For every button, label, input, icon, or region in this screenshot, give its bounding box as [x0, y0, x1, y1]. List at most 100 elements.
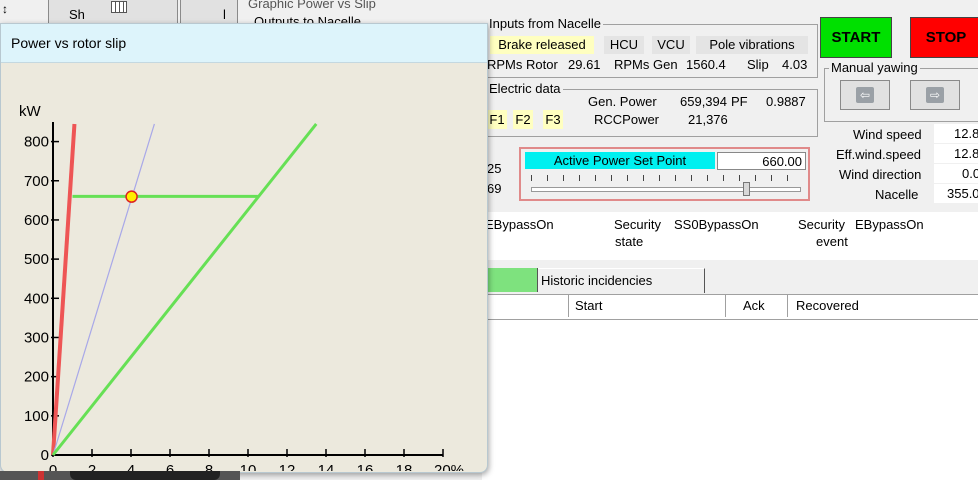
nacelle-value: 355.0 [934, 184, 978, 203]
rpms-gen-value: 1560.4 [686, 57, 726, 72]
vcu-status: VCU [652, 36, 690, 54]
yaw-right-button[interactable]: ⇨ [910, 80, 960, 110]
security-event-label-2: event [816, 234, 848, 249]
pole-vibrations-status: Pole vibrations [696, 36, 808, 54]
partial-value-1: 25 [487, 161, 502, 176]
incidents-table: Start Ack Recovered [482, 294, 978, 480]
x-tick-label: 16 [357, 462, 374, 471]
security-event-value: EBypassOn [855, 217, 924, 232]
underlying-dark-bar [70, 471, 220, 480]
column-header-blank [482, 295, 569, 317]
x-tick-label: 4 [127, 462, 135, 471]
f1-indicator: F1 [487, 110, 507, 129]
grid-icon [111, 1, 127, 13]
arrow-left-icon: ⇦ [856, 87, 874, 103]
series-line [51, 123, 318, 456]
start-button[interactable]: START [820, 17, 892, 58]
stop-button-label: STOP [911, 18, 978, 57]
active-power-panel: Active Power Set Point 660.00 [519, 147, 810, 201]
background-toolbar: Sh l ↕ [0, 0, 250, 24]
group-title: Inputs from Nacelle [487, 16, 603, 31]
slider-thumb[interactable] [743, 182, 750, 196]
table-header: Start Ack Recovered [482, 294, 978, 320]
x-tick-label: 20% [434, 462, 464, 471]
tab-historic-incidencies[interactable]: Historic incidencies [538, 268, 705, 293]
y-tick-label: 400 [24, 290, 49, 307]
slip-value: 4.03 [782, 57, 808, 72]
rcc-power-value: 21,376 [688, 112, 728, 127]
gen-power-label: Gen. Power [588, 94, 657, 109]
security-state-label-1: Security [614, 217, 661, 232]
x-tick-label: 10 [240, 462, 257, 471]
column-header-start[interactable]: Start [569, 295, 726, 317]
y-tick-label: 300 [24, 329, 49, 346]
rpms-gen-label: RPMs Gen [614, 57, 678, 72]
x-tick-label: 0 [49, 462, 57, 471]
slider-track [531, 187, 801, 192]
security-state-label-2: state [615, 234, 644, 249]
toolbar-edge-glyph: ↕ [2, 2, 8, 16]
y-tick-label: 800 [24, 134, 49, 151]
eff-wind-speed-value: 12.8 [934, 144, 978, 163]
toolbar-button-label: Sh [69, 7, 85, 22]
column-header-recovered[interactable]: Recovered [788, 295, 978, 317]
x-tick-label: 2 [88, 462, 96, 471]
toolbar-button-label: l [223, 7, 226, 22]
wind-speed-label: Wind speed [853, 127, 922, 142]
y-tick-label: 700 [24, 173, 49, 190]
security-event-label-1: Security [798, 217, 845, 232]
active-power-slider[interactable] [531, 175, 801, 196]
y-tick-label: 500 [24, 251, 49, 268]
power-vs-slip-chart: 0 100 200 300 400 500 600 700 800 0 2 4 6 8 10 12 14 16 18… [19, 103, 464, 471]
toolbar-button-right[interactable]: l [180, 0, 238, 24]
tab-label: Historic incidencies [541, 273, 653, 288]
f2-indicator: F2 [513, 110, 533, 129]
rcc-power-label: RCCPower [594, 112, 660, 127]
y-tick-label: 100 [24, 408, 49, 425]
wind-direction-value: 0.0 [934, 164, 978, 183]
x-tick-label: 8 [205, 462, 213, 471]
toolbar-button-show[interactable]: Sh [48, 0, 178, 24]
stop-button[interactable]: STOP [910, 17, 978, 58]
x-tick-label: 18 [396, 462, 413, 471]
slip-label: Slip [747, 57, 769, 72]
pf-label: PF [731, 94, 748, 109]
rpms-rotor-label: RPMs Rotor [487, 57, 558, 72]
nacelle-label: Nacelle [875, 187, 919, 202]
y-tick-label: 200 [24, 369, 49, 386]
partial-value-2: 69 [487, 181, 502, 196]
start-button-label: START [821, 18, 891, 57]
wind-panel: Wind speed 12.8 Eff.wind.speed 12.8 Wind… [820, 124, 978, 206]
x-tick-label: 14 [318, 462, 335, 471]
wind-speed-value: 12.8 [934, 124, 978, 143]
power-vs-slip-window: Power vs rotor slip 0 100 200 300 400 500 600 7… [0, 23, 488, 473]
window-title[interactable]: Power vs rotor slip [1, 24, 487, 63]
active-power-input[interactable]: 660.00 [717, 152, 806, 170]
yaw-left-button[interactable]: ⇦ [840, 80, 890, 110]
tab-active-alarms[interactable] [482, 268, 538, 292]
bypass-status: EBypassOn [485, 217, 554, 232]
arrow-right-icon: ⇨ [926, 87, 944, 103]
security-state-value: SS0BypassOn [674, 217, 759, 232]
y-axis-label: kW [19, 103, 42, 120]
underlying-red-mark [38, 471, 44, 480]
underlying-edge-strip [0, 471, 240, 480]
f3-indicator: F3 [543, 110, 563, 129]
pf-value: 0.9887 [766, 94, 806, 109]
active-power-label: Active Power Set Point [525, 152, 715, 169]
column-header-ack[interactable]: Ack [726, 295, 788, 317]
group-title: Electric data [487, 81, 563, 96]
rpms-rotor-value: 29.61 [568, 57, 601, 72]
wind-direction-label: Wind direction [839, 167, 922, 182]
tab-graphic-power-vs-slip[interactable]: Graphic Power vs Slip [248, 0, 376, 11]
series-line [51, 123, 77, 456]
brake-status: Brake released [490, 36, 594, 54]
eff-wind-speed-label: Eff.wind.speed [836, 147, 922, 162]
series-line [52, 123, 155, 456]
x-tick-label: 6 [166, 462, 174, 471]
group-title: Manual yawing [829, 60, 920, 75]
security-panel: EBypassOn Security state SS0BypassOn Sec… [482, 212, 978, 260]
y-tick-label: 0 [41, 447, 49, 464]
operating-point-marker [125, 190, 138, 203]
x-tick-label: 12 [279, 462, 296, 471]
